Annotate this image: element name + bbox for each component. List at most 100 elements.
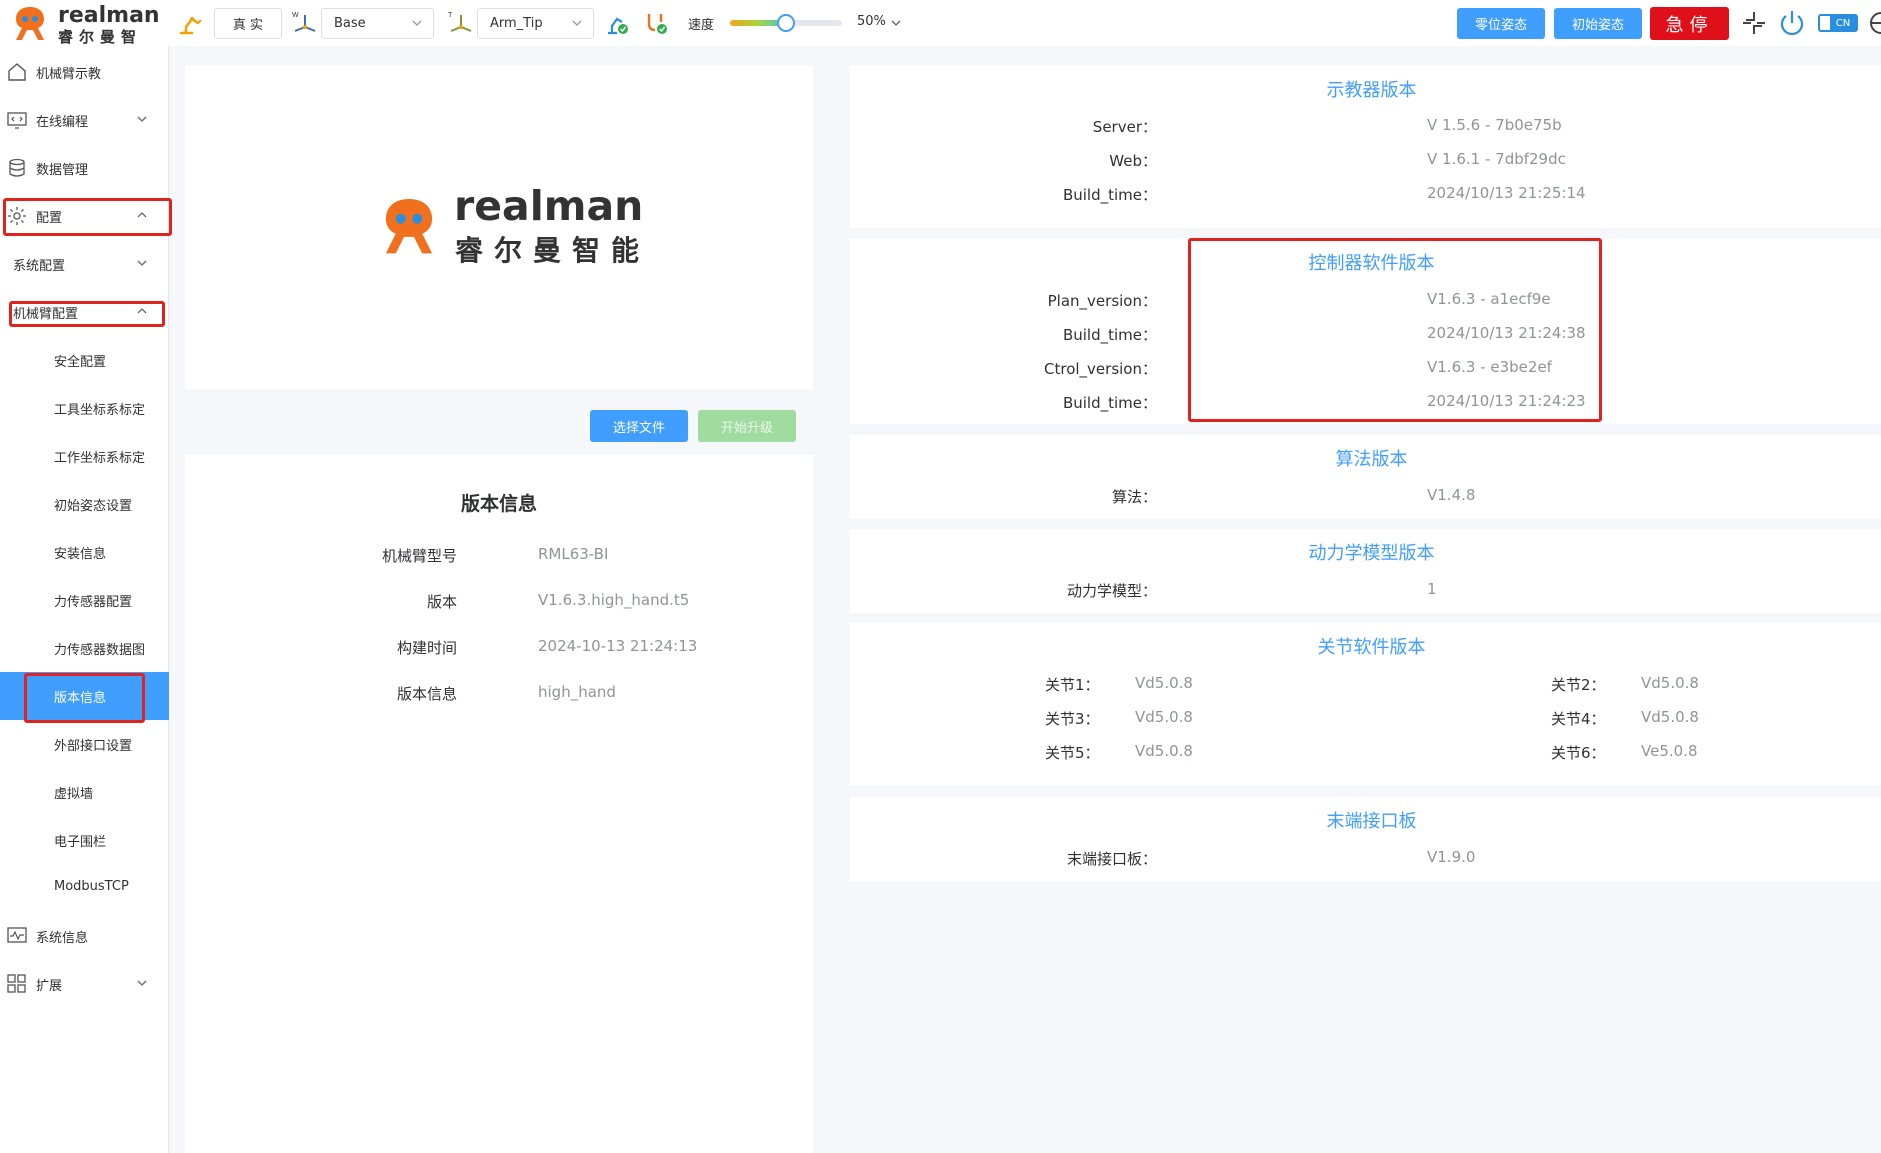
version-value: V 1.6.1 - 7dbf29dc: [1427, 150, 1566, 168]
chevron-up-icon: [137, 212, 147, 218]
sidebar-item-label: 工具坐标系标定: [54, 403, 146, 418]
sidebar-item-initial-pose-setting[interactable]: 初始姿态设置: [0, 480, 169, 528]
version-value: 1: [1427, 580, 1437, 598]
sidebar-item-config[interactable]: 配置: [0, 192, 169, 240]
sidebar-item-label: 版本信息: [54, 691, 107, 706]
version-value: 2024/10/13 21:24:23: [1427, 392, 1586, 410]
top-bar: realman 睿尔曼智能 真 实 W Base T Arm_Tip 速度 50…: [0, 0, 1881, 67]
svg-text:W: W: [292, 12, 299, 19]
sidebar-item-work-frame-calibration[interactable]: 工作坐标系标定: [0, 432, 169, 480]
sidebar-item-label: 安全配置: [54, 355, 107, 370]
sidebar-item-data-management[interactable]: 数据管理: [0, 144, 169, 192]
dynamics-version-card: 动力学模型版本 动力学模型： 1: [850, 529, 1881, 613]
sidebar-item-force-sensor-chart[interactable]: 力传感器数据图: [0, 624, 169, 672]
sidebar-item-system-info[interactable]: 系统信息: [0, 912, 169, 960]
version-row: Web： V 1.6.1 - 7dbf29dc: [850, 150, 1881, 172]
section-title: 关节软件版本: [1317, 637, 1426, 658]
speed-slider[interactable]: [730, 14, 842, 32]
info-key: 版本信息: [396, 685, 457, 703]
sidebar-item-label: 外部接口设置: [54, 739, 133, 754]
joint-value: Vd5.0.8: [1135, 742, 1193, 760]
sidebar-item-arm-teach[interactable]: 机械臂示教: [0, 48, 169, 96]
version-row: 末端接口板： V1.9.0: [850, 848, 1881, 870]
joint-key: 关节1：: [1045, 676, 1100, 694]
sidebar-item-label: 电子围栏: [54, 835, 107, 850]
chevron-down-icon: [137, 116, 147, 122]
select-file-button[interactable]: 选择文件: [590, 410, 688, 442]
version-key: Ctrol_version：: [1044, 360, 1157, 378]
joint-key: 关节4：: [1551, 710, 1606, 728]
speed-slider-handle[interactable]: [777, 14, 795, 32]
chevron-down-icon: [137, 980, 147, 986]
settings-icon: [8, 207, 26, 225]
sidebar-item-safety-config[interactable]: 安全配置: [0, 336, 169, 384]
fullscreen-icon[interactable]: [1862, 10, 1881, 36]
info-row: 版本 V1.6.3.high_hand.t5: [185, 591, 813, 615]
initial-pose-button[interactable]: 初始姿态: [1554, 8, 1642, 39]
info-value: high_hand: [538, 683, 616, 701]
real-mode-button[interactable]: 真 实: [214, 8, 282, 39]
sidebar-item-version-info[interactable]: 版本信息: [0, 672, 169, 720]
sidebar-item-label: 配置: [36, 211, 63, 226]
sidebar-item-virtual-wall[interactable]: 虚拟墙: [0, 768, 169, 816]
info-row: 构建时间 2024-10-13 21:24:13: [185, 637, 813, 661]
version-row: Build_time： 2024/10/13 21:25:14: [850, 184, 1881, 206]
power-icon[interactable]: [1777, 8, 1807, 38]
svg-text:T: T: [448, 12, 453, 19]
info-row: 机械臂型号 RML63-BI: [185, 545, 813, 569]
start-upgrade-button[interactable]: 开始升级: [698, 410, 796, 442]
sidebar-item-extensions[interactable]: 扩展: [0, 960, 169, 1008]
version-row: Build_time： 2024/10/13 21:24:38: [850, 324, 1881, 346]
emergency-stop-button[interactable]: 急停: [1650, 7, 1729, 40]
tool-select-value: Arm_Tip: [490, 16, 543, 31]
sidebar-item-label: 系统信息: [36, 931, 89, 946]
joint-value: Ve5.0.8: [1641, 742, 1698, 760]
sidebar-item-label: 初始姿态设置: [54, 499, 133, 514]
collapse-icon[interactable]: [1741, 10, 1767, 36]
section-title: 末端接口板: [1326, 811, 1417, 832]
robot-arm-icon[interactable]: [176, 8, 206, 38]
version-row: 算法： V1.4.8: [850, 486, 1881, 508]
zero-pose-button[interactable]: 零位姿态: [1457, 8, 1545, 39]
sidebar-item-modbus-tcp[interactable]: ModbusTCP: [0, 864, 169, 912]
version-row: Ctrol_version： V1.6.3 - e3be2ef: [850, 358, 1881, 380]
sidebar-item-system-config[interactable]: 系统配置: [0, 240, 169, 288]
sidebar-item-label: 虚拟墙: [54, 787, 94, 802]
base-select[interactable]: Base: [321, 8, 434, 39]
sidebar-item-online-programming[interactable]: 在线编程: [0, 96, 169, 144]
joints-version-card: 关节软件版本 关节1： Vd5.0.8 关节2： Vd5.0.8 关节3： Vd…: [850, 623, 1881, 785]
arm-status-icon[interactable]: [603, 8, 633, 38]
version-key: Build_time：: [1062, 326, 1157, 344]
version-value: V1.6.3 - e3be2ef: [1427, 358, 1552, 376]
joint-value: Vd5.0.8: [1641, 674, 1699, 692]
joint-key: 关节6：: [1551, 744, 1606, 762]
joint-key: 关节2：: [1551, 676, 1606, 694]
sidebar-item-label: 力传感器配置: [54, 595, 133, 610]
base-frame-icon: W: [290, 8, 320, 38]
sidebar-item-force-sensor-config[interactable]: 力传感器配置: [0, 576, 169, 624]
info-key: 机械臂型号: [381, 547, 457, 565]
version-key: Build_time：: [1062, 186, 1157, 204]
logo-area: realman 睿尔曼智能: [185, 65, 813, 389]
teach-version-card: 示教器版本 Server： V 1.5.6 - 7b0e75b Web： V 1.6…: [850, 65, 1881, 228]
sidebar-item-label: 扩展: [36, 979, 63, 994]
grid-icon: [7, 974, 26, 993]
gripper-status-icon[interactable]: [641, 8, 671, 38]
tool-select[interactable]: Arm_Tip: [477, 8, 594, 39]
sidebar-item-tool-frame-calibration[interactable]: 工具坐标系标定: [0, 384, 169, 432]
sidebar-item-install-info[interactable]: 安装信息: [0, 528, 169, 576]
sidebar-item-electronic-fence[interactable]: 电子围栏: [0, 816, 169, 864]
joint-key: 关节5：: [1045, 744, 1100, 762]
end-board-version-card: 末端接口板 末端接口板： V1.9.0: [850, 797, 1881, 881]
sidebar-item-label: 数据管理: [36, 163, 89, 178]
sidebar-item-external-interface[interactable]: 外部接口设置: [0, 720, 169, 768]
version-key: Web：: [1109, 152, 1157, 170]
sidebar-item-label: ModbusTCP: [54, 879, 129, 894]
sidebar-item-arm-config[interactable]: 机械臂配置: [0, 288, 169, 336]
joint-key: 关节3：: [1045, 710, 1100, 728]
chevron-down-icon: [572, 20, 582, 26]
brand-name-cn-large: 睿尔曼智能: [455, 234, 651, 267]
home-icon: [8, 63, 26, 81]
language-toggle[interactable]: CN: [1818, 14, 1858, 32]
chevron-down-icon[interactable]: [890, 17, 902, 29]
